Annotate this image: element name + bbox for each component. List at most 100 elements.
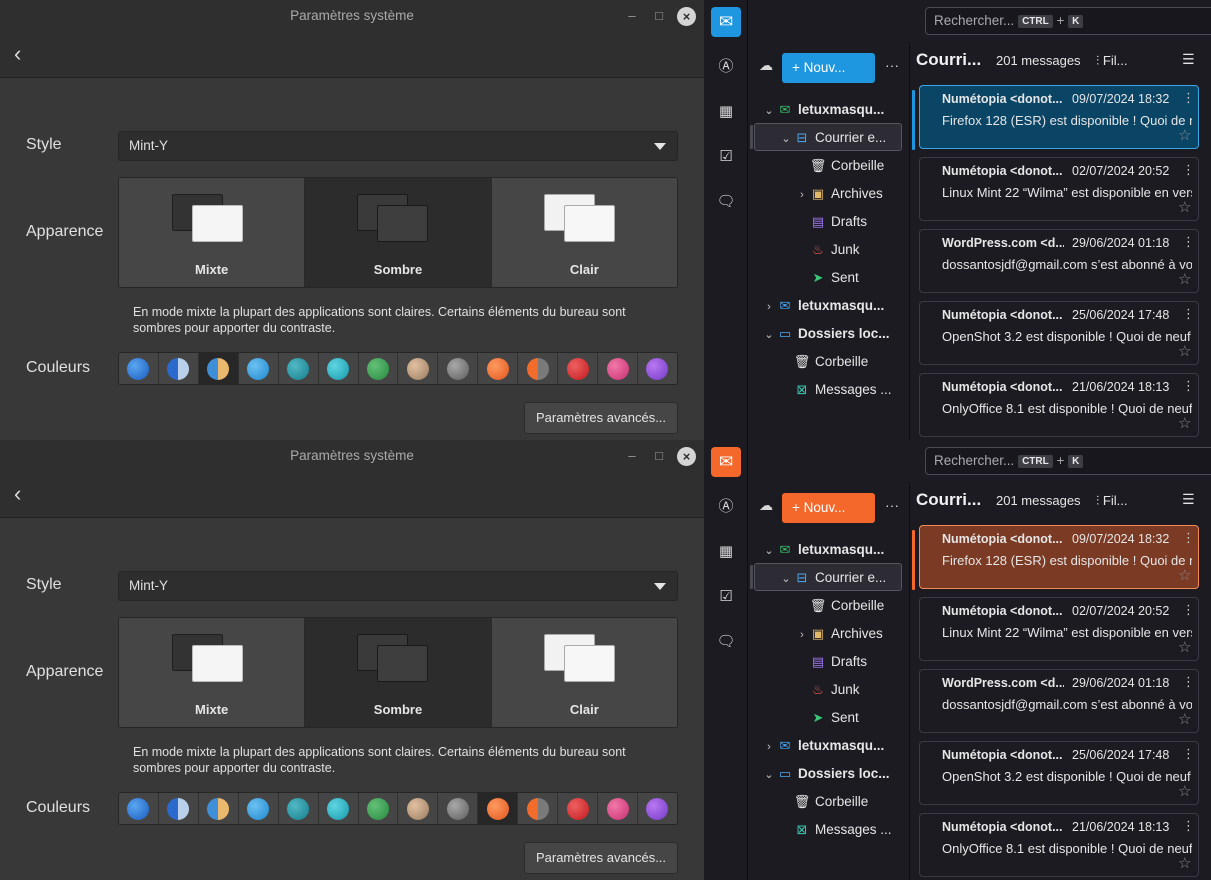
message-menu-icon[interactable]: ⋮ xyxy=(1182,746,1195,762)
message-card[interactable]: Numétopia <donot... 25/06/2024 17:48 ⋮ O… xyxy=(919,301,1199,365)
appearance-option-sombre[interactable]: Sombre xyxy=(305,618,492,727)
color-swatch-blue-split[interactable] xyxy=(158,793,199,824)
mail-space-icon[interactable]: ✉ xyxy=(711,447,741,477)
message-card[interactable]: Numétopia <donot... 02/07/2024 20:52 ⋮ L… xyxy=(919,157,1199,221)
address-book-icon[interactable]: Ⓐ xyxy=(713,54,739,80)
star-icon[interactable]: ☆ xyxy=(1178,270,1191,288)
address-book-icon[interactable]: Ⓐ xyxy=(713,494,739,520)
message-menu-icon[interactable]: ⋮ xyxy=(1182,818,1195,834)
chat-icon[interactable]: 🗨 xyxy=(713,189,739,215)
mail-space-icon[interactable]: ✉ xyxy=(711,7,741,37)
appearance-option-mixte[interactable]: Mixte xyxy=(119,178,306,287)
tasks-icon[interactable]: ☑ xyxy=(713,144,739,170)
message-card[interactable]: WordPress.com <d... 29/06/2024 01:18 ⋮ d… xyxy=(919,669,1199,733)
color-swatch-red[interactable] xyxy=(558,353,599,384)
search-input[interactable]: Rechercher... CTRL + K xyxy=(925,447,1211,475)
star-icon[interactable]: ☆ xyxy=(1178,854,1191,872)
color-swatch-sand[interactable] xyxy=(398,353,439,384)
message-menu-icon[interactable]: ⋮ xyxy=(1182,602,1195,618)
close-icon[interactable]: × xyxy=(677,447,696,466)
more-options-icon[interactable]: ··· xyxy=(885,496,899,514)
color-swatch-grey[interactable] xyxy=(438,353,479,384)
folder-item-trash[interactable]: 🗑 Corbeille xyxy=(795,593,885,619)
folder-item-local-trash[interactable]: 🗑 Corbeille xyxy=(779,349,869,375)
chat-icon[interactable]: 🗨 xyxy=(713,629,739,655)
advanced-settings-button[interactable]: Paramètres avancés... xyxy=(524,842,678,874)
maximize-icon[interactable]: □ xyxy=(651,8,667,24)
style-dropdown[interactable]: Mint-Y xyxy=(118,131,678,161)
color-swatch-orange-split[interactable] xyxy=(518,793,559,824)
message-card[interactable]: WordPress.com <d... 29/06/2024 01:18 ⋮ d… xyxy=(919,229,1199,293)
folder-item-junk[interactable]: ♨ Junk xyxy=(795,677,859,703)
color-swatch-cyan[interactable] xyxy=(318,353,359,384)
color-swatch-blue-split[interactable] xyxy=(158,353,199,384)
message-menu-icon[interactable]: ⋮ xyxy=(1182,162,1195,178)
folder-item-drafts[interactable]: ▤ Drafts xyxy=(795,209,867,235)
quick-filter-button[interactable]: ⫶ Fil... xyxy=(1096,53,1127,69)
folder-item-account-2[interactable]: › ✉ letuxmasqu... xyxy=(762,733,884,759)
color-swatch-blue-orange-split[interactable] xyxy=(198,353,239,384)
message-menu-icon[interactable]: ⋮ xyxy=(1182,378,1195,394)
new-message-button[interactable]: + Nouv... xyxy=(782,493,875,523)
tasks-icon[interactable]: ☑ xyxy=(713,584,739,610)
message-menu-icon[interactable]: ⋮ xyxy=(1182,530,1195,546)
folder-item-local-folders[interactable]: ⌄ ▭ Dossiers loc... xyxy=(762,321,889,347)
message-menu-icon[interactable]: ⋮ xyxy=(1182,674,1195,690)
message-card[interactable]: Numétopia <donot... 25/06/2024 17:48 ⋮ O… xyxy=(919,741,1199,805)
message-menu-icon[interactable]: ⋮ xyxy=(1182,306,1195,322)
appearance-option-clair[interactable]: Clair xyxy=(491,178,677,287)
message-menu-icon[interactable]: ⋮ xyxy=(1182,90,1195,106)
search-input[interactable]: Rechercher... CTRL + K xyxy=(925,7,1211,35)
color-swatch-aqua-blue[interactable] xyxy=(238,353,279,384)
style-dropdown[interactable]: Mint-Y xyxy=(118,571,678,601)
folder-item-archives[interactable]: › ▣ Archives xyxy=(795,621,883,647)
color-swatch-pink[interactable] xyxy=(598,353,638,384)
message-card[interactable]: Numétopia <donot... 21/06/2024 18:13 ⋮ O… xyxy=(919,813,1199,877)
calendar-icon[interactable]: ▦ xyxy=(713,99,739,125)
message-card[interactable]: Numétopia <donot... 21/06/2024 18:13 ⋮ O… xyxy=(919,373,1199,437)
color-swatch-purple[interactable] xyxy=(637,353,677,384)
folder-item-sent[interactable]: ➤ Sent xyxy=(795,265,859,291)
appearance-option-mixte[interactable]: Mixte xyxy=(119,618,306,727)
color-swatch-sand[interactable] xyxy=(398,793,439,824)
folder-item-account-2[interactable]: › ✉ letuxmasqu... xyxy=(762,293,884,319)
advanced-settings-button[interactable]: Paramètres avancés... xyxy=(524,402,678,434)
back-arrow-icon[interactable]: ‹ xyxy=(14,481,36,507)
close-icon[interactable]: × xyxy=(677,7,696,26)
folder-item-sent[interactable]: ➤ Sent xyxy=(795,705,859,731)
folder-item-junk[interactable]: ♨ Junk xyxy=(795,237,859,263)
list-options-icon[interactable]: ☰ xyxy=(1182,51,1195,68)
folder-item-inbox[interactable]: ⌄ ⊟ Courrier e... xyxy=(779,565,886,591)
appearance-option-sombre[interactable]: Sombre xyxy=(305,178,492,287)
message-menu-icon[interactable]: ⋮ xyxy=(1182,234,1195,250)
folder-item-account[interactable]: ⌄ ✉ letuxmasqu... xyxy=(762,537,884,563)
get-messages-icon[interactable]: ☁ xyxy=(757,496,775,514)
appearance-option-clair[interactable]: Clair xyxy=(491,618,677,727)
folder-item-trash[interactable]: 🗑 Corbeille xyxy=(795,153,885,179)
folder-item-drafts[interactable]: ▤ Drafts xyxy=(795,649,867,675)
color-swatch-blue[interactable] xyxy=(119,793,159,824)
star-icon[interactable]: ☆ xyxy=(1178,126,1191,144)
get-messages-icon[interactable]: ☁ xyxy=(757,56,775,74)
folder-item-inbox[interactable]: ⌄ ⊟ Courrier e... xyxy=(779,125,886,151)
star-icon[interactable]: ☆ xyxy=(1178,710,1191,728)
color-swatch-grey[interactable] xyxy=(438,793,479,824)
folder-item-account[interactable]: ⌄ ✉ letuxmasqu... xyxy=(762,97,884,123)
minimize-icon[interactable]: – xyxy=(624,8,640,24)
folder-item-archives[interactable]: › ▣ Archives xyxy=(795,181,883,207)
back-arrow-icon[interactable]: ‹ xyxy=(14,41,36,67)
star-icon[interactable]: ☆ xyxy=(1178,638,1191,656)
color-swatch-cyan[interactable] xyxy=(318,793,359,824)
message-card[interactable]: Numétopia <donot... 09/07/2024 18:32 ⋮ F… xyxy=(919,525,1199,589)
quick-filter-button[interactable]: ⫶ Fil... xyxy=(1096,493,1127,509)
color-swatch-purple[interactable] xyxy=(637,793,677,824)
color-swatch-aqua-blue[interactable] xyxy=(238,793,279,824)
calendar-icon[interactable]: ▦ xyxy=(713,539,739,565)
star-icon[interactable]: ☆ xyxy=(1178,566,1191,584)
folder-item-outbox[interactable]: ⊠ Messages ... xyxy=(779,377,892,403)
color-swatch-green[interactable] xyxy=(358,353,399,384)
list-options-icon[interactable]: ☰ xyxy=(1182,491,1195,508)
color-swatch-red[interactable] xyxy=(558,793,599,824)
color-swatch-teal[interactable] xyxy=(278,353,319,384)
star-icon[interactable]: ☆ xyxy=(1178,414,1191,432)
